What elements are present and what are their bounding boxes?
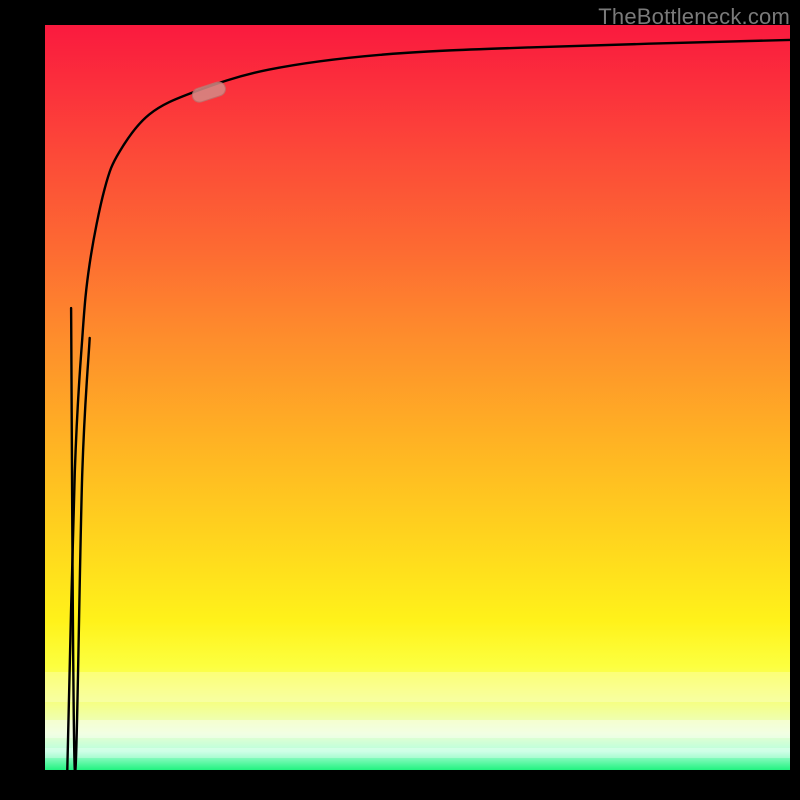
chart-frame: TheBottleneck.com <box>0 0 800 800</box>
curve-layer <box>45 25 790 770</box>
watermark-text: TheBottleneck.com <box>598 4 790 30</box>
bottleneck-curve <box>67 40 790 770</box>
curve-marker <box>191 80 228 104</box>
plot-area <box>45 25 790 770</box>
